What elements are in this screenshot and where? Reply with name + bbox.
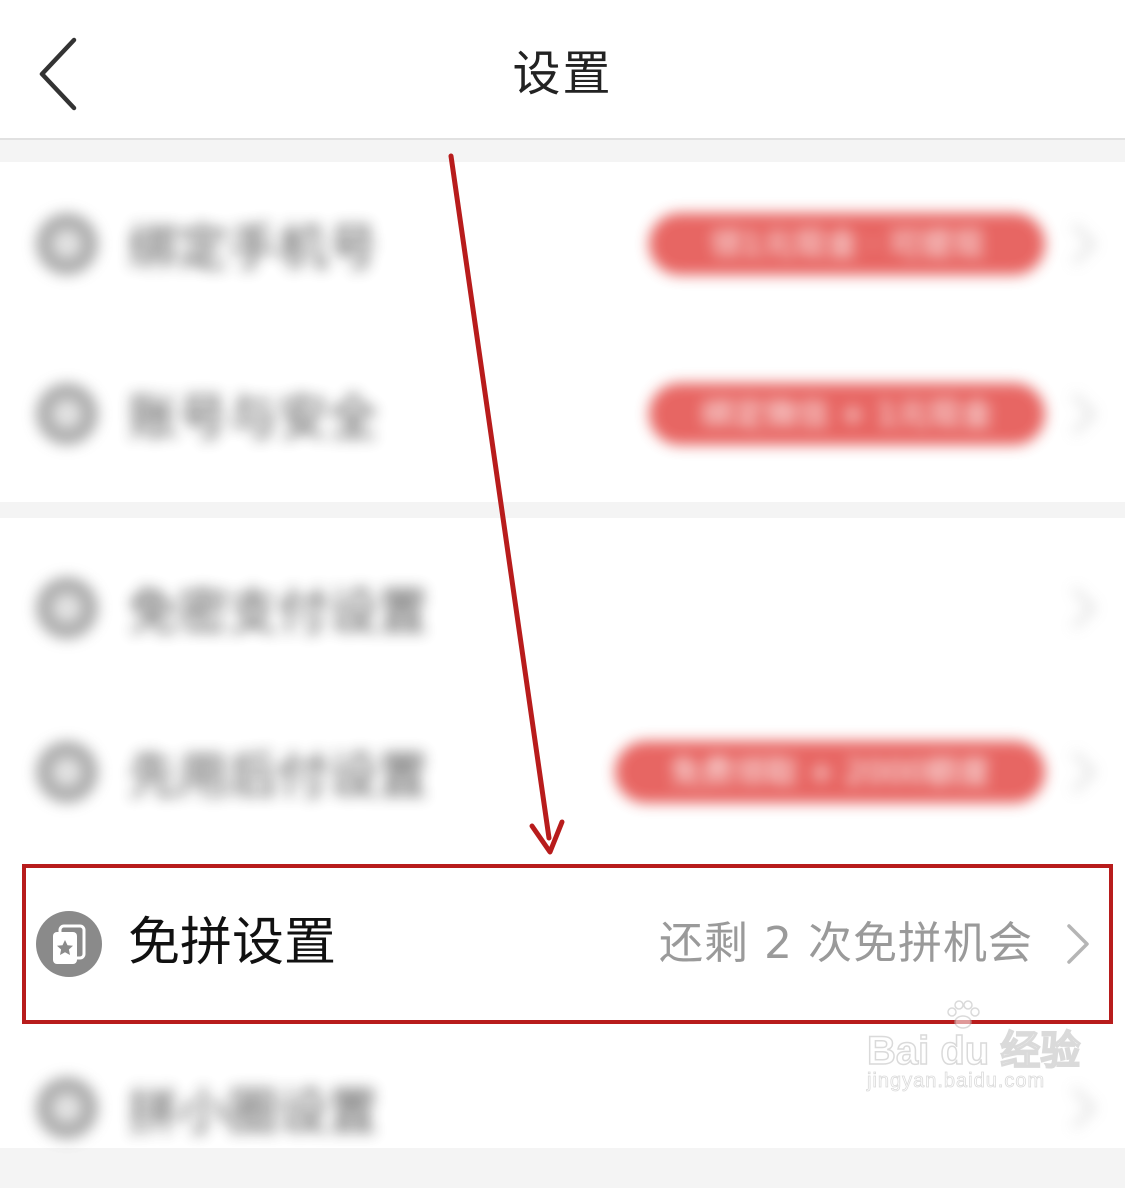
settings-group-account: 绑定手机号 领1元现金 · 可提现 账号与安全 绑定微信 + 1元现金 [0, 162, 1125, 502]
settings-row-account-security[interactable]: 账号与安全 绑定微信 + 1元现金 [0, 334, 1125, 494]
row-label: 免拼设置 [128, 913, 337, 973]
chevron-right-icon [1071, 392, 1097, 436]
row-label: 免密支付设置 [128, 583, 428, 641]
circle-icon [36, 1077, 98, 1139]
page-title: 设置 [512, 46, 613, 102]
promo-badge: 领1元现金 · 可提现 [649, 213, 1045, 275]
settings-row-circle[interactable]: 拼小圈设置 [0, 1028, 1125, 1188]
chevron-right-icon [1065, 922, 1091, 966]
chevron-right-icon [1071, 1086, 1097, 1130]
promo-badge: 免费领取 + 2000额度 [615, 741, 1045, 803]
phone-icon [36, 213, 98, 275]
settings-row-group-free[interactable]: 免拼设置 还剩 2 次免拼机会 [0, 864, 1125, 1020]
settings-group-payment: 免密支付设置 先用后付设置 免费领取 + 2000额度 拼小圈设置 [0, 518, 1125, 1148]
row-label: 账号与安全 [128, 389, 378, 447]
shield-icon [36, 383, 98, 445]
settings-row-password-free-pay[interactable]: 免密支付设置 [0, 528, 1125, 688]
promo-badge: 绑定微信 + 1元现金 [649, 383, 1045, 445]
chevron-right-icon [1071, 586, 1097, 630]
remaining-chances-text: 还剩 2 次免拼机会 [659, 918, 1033, 969]
row-label: 先用后付设置 [128, 747, 428, 805]
settings-row-bind-phone[interactable]: 绑定手机号 领1元现金 · 可提现 [0, 164, 1125, 324]
settings-row-pay-later[interactable]: 先用后付设置 免费领取 + 2000额度 [0, 692, 1125, 852]
row-label: 绑定手机号 [128, 219, 378, 277]
top-nav-bar: 设置 [0, 0, 1125, 140]
compass-icon [36, 577, 98, 639]
chevron-right-icon [1071, 750, 1097, 794]
chevron-right-icon [1071, 222, 1097, 266]
card-star-icon [36, 911, 102, 977]
row-label: 拼小圈设置 [128, 1083, 378, 1141]
clock-icon [36, 741, 98, 803]
